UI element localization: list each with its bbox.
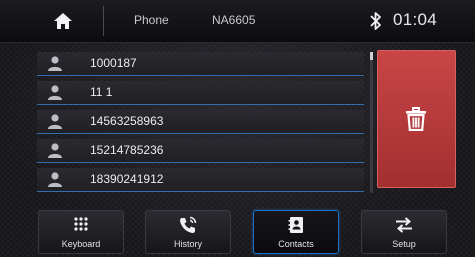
home-button[interactable] <box>52 10 74 32</box>
top-bar: Phone NA6605 01:04 <box>0 0 475 43</box>
tab-history[interactable]: History <box>145 210 231 254</box>
contact-row[interactable]: 14563258963 <box>37 110 364 134</box>
contact-number: 18390241912 <box>90 172 164 186</box>
tab-setup[interactable]: Setup <box>361 210 447 254</box>
contact-number: 11 1 <box>90 85 113 99</box>
top-divider <box>103 6 104 36</box>
phone-screen: Phone NA6605 01:04 1000187 11 1 14563258… <box>0 0 475 257</box>
clock: 01:04 <box>393 10 438 29</box>
contact-row[interactable]: 11 1 <box>37 81 364 105</box>
tab-contacts[interactable]: Contacts <box>253 210 339 254</box>
person-icon <box>48 172 62 187</box>
call-history-icon <box>180 216 197 233</box>
swap-arrows-icon <box>396 217 412 233</box>
bottom-nav: Keyboard History Contacts Setup <box>0 205 475 257</box>
scroll-thumb[interactable] <box>370 52 373 60</box>
keypad-icon <box>74 217 88 231</box>
person-icon <box>48 56 62 71</box>
tab-keyboard[interactable]: Keyboard <box>38 210 124 254</box>
tab-label: Contacts <box>278 239 314 249</box>
device-name: NA6605 <box>212 13 256 27</box>
tab-label: Keyboard <box>61 239 101 249</box>
home-icon <box>54 13 72 29</box>
list-scrollbar[interactable] <box>370 52 373 193</box>
trash-icon <box>406 107 426 131</box>
contacts-book-icon <box>288 217 303 233</box>
bluetooth-icon <box>370 12 381 30</box>
person-icon <box>48 143 62 158</box>
contact-row[interactable]: 15214785236 <box>37 139 364 163</box>
tab-label: Setup <box>392 239 416 249</box>
contact-number: 1000187 <box>90 56 137 70</box>
contact-list: 1000187 11 1 14563258963 15214785236 183… <box>37 52 364 196</box>
person-icon <box>48 114 62 129</box>
contact-number: 14563258963 <box>90 114 164 128</box>
contact-number: 15214785236 <box>90 143 164 157</box>
delete-button[interactable] <box>377 50 456 188</box>
contact-row[interactable]: 18390241912 <box>37 168 364 192</box>
tab-label: History <box>173 239 202 249</box>
contact-row[interactable]: 1000187 <box>37 52 364 76</box>
app-title: Phone <box>134 13 169 27</box>
person-icon <box>48 85 62 100</box>
